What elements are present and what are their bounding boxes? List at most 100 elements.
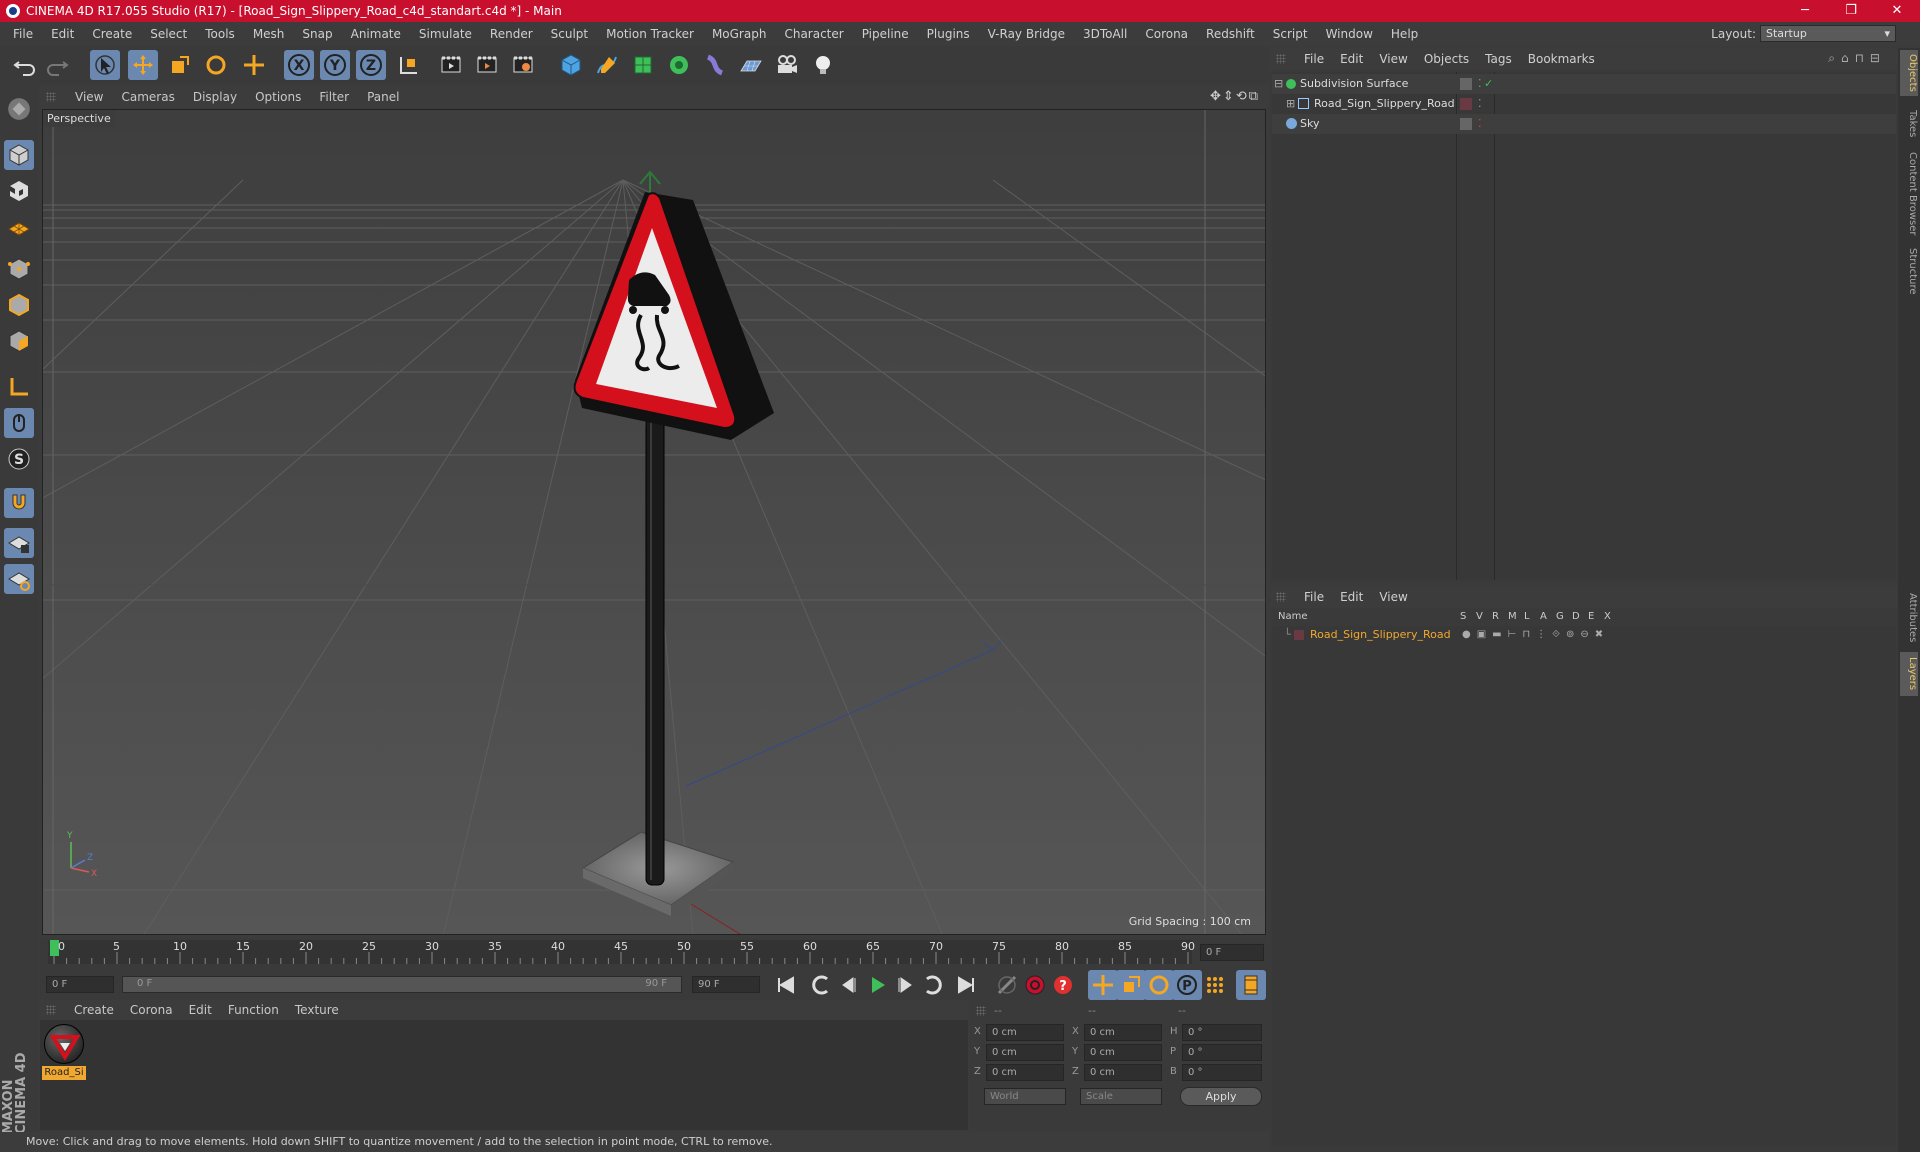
tweak-mode-icon[interactable] xyxy=(4,408,34,438)
layer-toggle-icons[interactable]: ●▣▬⊢⊓⋮⟐⊚⊖✖ xyxy=(1462,626,1609,644)
axis-mode-icon[interactable] xyxy=(4,372,34,402)
render-settings-icon[interactable] xyxy=(508,50,538,80)
3d-viewport[interactable]: Y Z X Grid Spacing : 100 cm xyxy=(42,109,1266,935)
column-expressions[interactable]: E xyxy=(1588,611,1594,622)
transform-tool-icon[interactable] xyxy=(239,50,269,80)
layer-tag-icon[interactable] xyxy=(1460,78,1472,90)
scale-tool-icon[interactable] xyxy=(165,50,195,80)
edge-mode-icon[interactable] xyxy=(4,290,34,320)
z-axis-lock-icon[interactable]: Z xyxy=(356,50,386,80)
start-frame-field[interactable]: 0 F xyxy=(46,976,114,993)
menu-edit[interactable]: Edit xyxy=(42,22,83,46)
position-x-field[interactable]: 0 cm xyxy=(986,1024,1064,1041)
grid-lock-icon[interactable] xyxy=(4,528,34,558)
layer-color-swatch[interactable] xyxy=(1294,630,1304,640)
object-menu-file[interactable]: File xyxy=(1296,52,1332,66)
panel-grip-icon[interactable] xyxy=(46,1005,56,1015)
close-button[interactable]: ✕ xyxy=(1874,0,1920,22)
object-menu-edit[interactable]: Edit xyxy=(1332,52,1371,66)
grid-snap-icon[interactable] xyxy=(4,564,34,594)
viewport-camera-label[interactable]: Perspective xyxy=(43,110,115,127)
tab-content-browser[interactable]: Content Browser xyxy=(1900,148,1918,240)
menu-script[interactable]: Script xyxy=(1264,22,1317,46)
cloner-icon[interactable] xyxy=(664,50,694,80)
polygon-mode-icon[interactable] xyxy=(4,326,34,356)
material-menu-texture[interactable]: Texture xyxy=(287,1003,347,1017)
tab-takes[interactable]: Takes xyxy=(1900,104,1918,144)
subdivision-surface-icon[interactable] xyxy=(628,50,658,80)
panel-grip-icon[interactable] xyxy=(1276,54,1286,64)
go-to-start-icon[interactable] xyxy=(770,970,800,1000)
material-menu-corona[interactable]: Corona xyxy=(122,1003,181,1017)
column-animation[interactable]: A xyxy=(1540,611,1547,622)
move-tool-icon[interactable] xyxy=(128,50,158,80)
tab-objects[interactable]: Objects xyxy=(1900,50,1918,96)
position-y-field[interactable]: 0 cm xyxy=(986,1044,1064,1061)
menu-render[interactable]: Render xyxy=(481,22,542,46)
enabled-check-icon[interactable]: ✓ xyxy=(1484,74,1493,94)
rotate-tool-icon[interactable] xyxy=(201,50,231,80)
key-point-level-icon[interactable] xyxy=(1200,970,1230,1000)
visibility-dots-icon[interactable]: ⁚ xyxy=(1478,74,1482,94)
object-menu-bookmarks[interactable]: Bookmarks xyxy=(1520,52,1603,66)
next-frame-icon[interactable] xyxy=(890,970,920,1000)
live-selection-icon[interactable] xyxy=(90,50,120,80)
key-parameter-icon[interactable]: P xyxy=(1172,970,1202,1000)
go-to-end-icon[interactable] xyxy=(952,970,982,1000)
timeline-ruler[interactable]: 0 5 10 15 20 25 30 35 40 45 50 55 60 65 … xyxy=(40,938,1268,968)
render-to-picture-viewer-icon[interactable] xyxy=(472,50,502,80)
menu-sculpt[interactable]: Sculpt xyxy=(542,22,597,46)
viewport-menu-display[interactable]: Display xyxy=(184,90,246,104)
column-locked[interactable]: L xyxy=(1524,611,1530,622)
viewport-navigation-icons[interactable]: ✥⇕⟲⧉ xyxy=(1210,89,1260,104)
object-manager-tool-icons[interactable]: ⌕⌂⊓⊟ xyxy=(1828,51,1886,66)
layer-color-icon[interactable] xyxy=(1460,98,1472,110)
minimize-button[interactable]: ─ xyxy=(1782,0,1828,22)
layer-menu-edit[interactable]: Edit xyxy=(1332,590,1371,604)
column-render[interactable]: R xyxy=(1492,611,1499,622)
tab-structure[interactable]: Structure xyxy=(1900,244,1918,298)
column-solo[interactable]: S xyxy=(1460,611,1466,622)
menu-simulate[interactable]: Simulate xyxy=(410,22,481,46)
texture-mode-icon[interactable] xyxy=(4,176,34,206)
make-editable-icon[interactable] xyxy=(4,94,34,124)
timeline-window-icon[interactable] xyxy=(1236,970,1266,1000)
rotation-p-field[interactable]: 0 ° xyxy=(1182,1044,1262,1061)
tab-layers[interactable]: Layers xyxy=(1900,652,1918,696)
size-z-field[interactable]: 0 cm xyxy=(1084,1064,1162,1081)
menu-motion-tracker[interactable]: Motion Tracker xyxy=(597,22,703,46)
column-deformers[interactable]: D xyxy=(1572,611,1580,622)
material-menu-create[interactable]: Create xyxy=(66,1003,122,1017)
object-menu-view[interactable]: View xyxy=(1371,52,1415,66)
layer-menu-file[interactable]: File xyxy=(1296,590,1332,604)
material-menu-function[interactable]: Function xyxy=(220,1003,287,1017)
redo-icon[interactable] xyxy=(42,50,72,80)
layout-select[interactable]: Startup xyxy=(1760,25,1896,42)
collapse-toggle-icon[interactable]: ⊟ xyxy=(1274,74,1283,94)
rotation-b-field[interactable]: 0 ° xyxy=(1182,1064,1262,1081)
layer-menu-view[interactable]: View xyxy=(1371,590,1415,604)
menu-mesh[interactable]: Mesh xyxy=(244,22,294,46)
cube-primitive-icon[interactable] xyxy=(556,50,586,80)
light-icon[interactable] xyxy=(808,50,838,80)
render-view-icon[interactable] xyxy=(436,50,466,80)
menu-vray-bridge[interactable]: V-Ray Bridge xyxy=(979,22,1074,46)
viewport-menu-view[interactable]: View xyxy=(66,90,112,104)
rotation-h-field[interactable]: 0 ° xyxy=(1182,1024,1262,1041)
viewport-menu-filter[interactable]: Filter xyxy=(310,90,358,104)
pen-spline-icon[interactable] xyxy=(592,50,622,80)
tab-attributes[interactable]: Attributes xyxy=(1900,588,1918,648)
size-y-field[interactable]: 0 cm xyxy=(1084,1044,1162,1061)
menu-tools[interactable]: Tools xyxy=(196,22,244,46)
workplane-mode-icon[interactable] xyxy=(4,212,34,242)
column-xref[interactable]: X xyxy=(1604,611,1611,622)
position-z-field[interactable]: 0 cm xyxy=(986,1064,1064,1081)
material-item[interactable]: Road_Si xyxy=(42,1022,86,1084)
viewport-menu-cameras[interactable]: Cameras xyxy=(112,90,183,104)
menu-create[interactable]: Create xyxy=(83,22,141,46)
menu-file[interactable]: File xyxy=(4,22,42,46)
menu-snap[interactable]: Snap xyxy=(293,22,341,46)
column-name[interactable]: Name xyxy=(1278,611,1308,622)
object-row-sky[interactable]: Sky ⁚ xyxy=(1272,114,1896,134)
menu-help[interactable]: Help xyxy=(1382,22,1427,46)
